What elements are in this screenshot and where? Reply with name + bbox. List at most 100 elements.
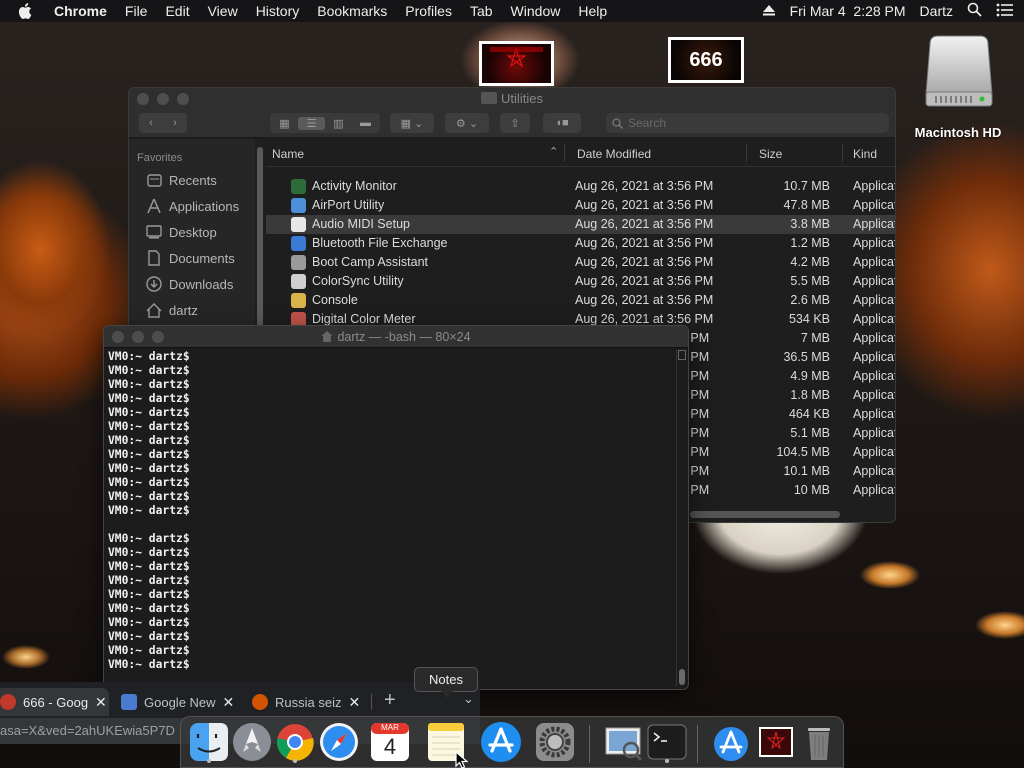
eject-icon[interactable] [762,3,776,19]
menu-window[interactable]: Window [511,3,561,19]
terminal-scrollbar[interactable] [676,350,686,687]
file-kind: Applicat [853,198,896,212]
hard-drive-icon[interactable] [922,34,996,110]
menu-profiles[interactable]: Profiles [405,3,452,19]
dock-app-store-icon[interactable] [479,720,523,764]
apple-menu-icon[interactable] [18,3,40,19]
sidebar-item-label: dartz [169,302,198,318]
dock-finder-icon[interactable] [187,720,231,764]
notification-center-icon[interactable] [996,3,1014,20]
menu-history[interactable]: History [256,3,300,19]
terminal-output[interactable]: VM0:~ dartz$ VM0:~ dartz$ VM0:~ dartz$ VM0:… [108,350,674,689]
menu-user[interactable]: Dartz [920,3,953,19]
dock-launchpad-icon[interactable] [230,720,274,764]
back-arrow-icon[interactable]: ‹ [139,117,163,129]
column-view-icon[interactable]: ▥ [325,117,352,130]
desktop-666-thumbnail[interactable]: 666 [668,37,744,83]
new-tab-button[interactable]: + [384,689,396,712]
file-row[interactable]: ColorSync Utility Aug 26, 2021 at 3:56 PM… [266,272,895,291]
terminal-line: VM0:~ dartz$ [108,364,674,378]
terminal-line-text: VM0:~ dartz$ [108,560,190,573]
action-gear-icon[interactable]: ⚙ ⌄ [445,113,489,133]
hard-drive-label[interactable]: Macintosh HD [900,125,1016,140]
sidebar-item-label: Applications [169,198,240,214]
sidebar-item-applications[interactable]: Applications [129,193,255,219]
column-kind-header[interactable]: Kind [853,147,877,161]
file-row[interactable]: Boot Camp Assistant Aug 26, 2021 at 3:56 … [266,253,895,272]
file-row[interactable]: Activity Monitor Aug 26, 2021 at 3:56 PM 1… [266,177,895,196]
dock-system-preferences-icon[interactable] [533,720,577,764]
tab-close-icon[interactable]: ✕ [223,694,235,711]
chrome-tab[interactable]: Google New ✕ [121,688,239,716]
terminal-line: VM0:~ dartz$ [108,630,674,644]
tab-search-chevron-icon[interactable]: ⌄ [463,691,474,707]
dock-calendar-icon[interactable]: MAR 4 [368,720,412,764]
desktop-image-thumbnail[interactable] [479,41,554,86]
mouse-pointer-icon [455,750,469,768]
file-date: Aug 26, 2021 at 3:56 PM [575,312,714,326]
menu-edit[interactable]: Edit [165,3,189,19]
terminal-line: VM0:~ dartz$ [108,448,674,462]
group-by-icon[interactable]: ▦ ⌄ [390,113,434,133]
menu-help[interactable]: Help [578,3,607,19]
menu-tab[interactable]: Tab [470,3,493,19]
file-size: 47.8 MB [783,198,830,212]
tag-icon[interactable]: ◖■ [543,113,581,133]
file-row[interactable]: Audio MIDI Setup Aug 26, 2021 at 3:56 PM 3… [266,215,895,234]
terminal-line: VM0:~ dartz$ [108,476,674,490]
tab-close-icon[interactable]: ✕ [95,694,107,711]
sidebar-item-desktop[interactable]: Desktop [129,219,255,245]
menu-bookmarks[interactable]: Bookmarks [317,3,387,19]
tab-label: Google New [144,694,216,710]
chrome-tab[interactable]: Russia seiz ✕ [252,688,364,716]
menu-file[interactable]: File [125,3,148,19]
dock-safari-icon[interactable] [317,720,361,764]
list-view-icon[interactable]: ☰ [298,116,325,130]
file-date: Aug 26, 2021 at 3:56 PM [575,293,714,307]
file-name: Audio MIDI Setup [312,217,410,231]
terminal-line: VM0:~ dartz$ [108,462,674,476]
sidebar-item-downloads[interactable]: Downloads [129,271,255,297]
file-size: 4.9 MB [790,369,830,383]
dock-app-store-folder-icon[interactable] [709,720,753,764]
dock-trash-icon[interactable] [797,720,841,764]
terminal-line: VM0:~ dartz$ [108,616,674,630]
back-forward-buttons[interactable]: ‹ › [139,113,187,133]
column-size-header[interactable]: Size [759,147,782,161]
sidebar-item-documents[interactable]: Documents [129,245,255,271]
file-size: 4.2 MB [790,255,830,269]
gallery-view-icon[interactable]: ▬ [352,117,379,129]
sidebar-item-recents[interactable]: Recents [129,167,255,193]
file-name: AirPort Utility [312,198,385,212]
tab-close-icon[interactable]: ✕ [348,694,360,711]
dock-chrome-icon[interactable] [273,720,317,764]
file-name: ColorSync Utility [312,274,404,288]
icon-view-icon[interactable]: ▦ [271,117,298,130]
file-row[interactable]: Console Aug 26, 2021 at 3:56 PM 2.6 MB Appl… [266,291,895,310]
sort-chevron-icon[interactable]: ⌃ [549,145,558,158]
terminal-line-text: VM0:~ dartz$ [108,616,190,629]
dock-terminal-icon[interactable] [645,720,689,764]
menu-app-name[interactable]: Chrome [54,3,107,19]
sidebar-item-dartz[interactable]: dartz [129,297,255,323]
file-row[interactable]: AirPort Utility Aug 26, 2021 at 3:56 PM 47… [266,196,895,215]
menu-view[interactable]: View [208,3,238,19]
terminal-titlebar: dartz — -bash — 80×24 [104,326,688,348]
file-size: 36.5 MB [783,350,830,364]
share-icon[interactable]: ⇧ [500,113,530,133]
column-name-header[interactable]: Name [272,147,304,161]
column-date-header[interactable]: Date Modified [577,147,651,161]
dock-image-file-icon[interactable] [754,720,798,764]
menu-clock[interactable]: Fri Mar 4 2:28 PM [790,3,906,19]
file-size: 534 KB [788,312,830,326]
chrome-tab[interactable]: 666 - Goog ✕ [0,688,109,716]
finder-search-field[interactable]: Search [606,113,889,133]
file-name: Bluetooth File Exchange [312,236,448,250]
file-list-horizontal-scrollbar[interactable] [690,511,840,518]
spotlight-search-icon[interactable] [967,2,982,20]
dock-preview-icon[interactable] [601,720,645,764]
file-name: Console [312,293,358,307]
forward-arrow-icon[interactable]: › [163,117,187,129]
file-name: Activity Monitor [312,179,397,193]
file-row[interactable]: Bluetooth File Exchange Aug 26, 2021 at 3… [266,234,895,253]
